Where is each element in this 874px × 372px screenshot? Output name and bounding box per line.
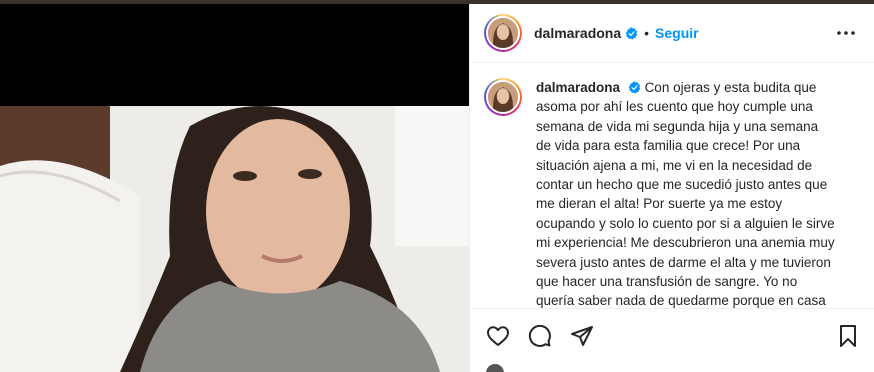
header-separator: • bbox=[644, 25, 650, 41]
caption-area: dalmaradona Con ojeras y esta budita que… bbox=[470, 64, 874, 308]
post-actions-bar bbox=[470, 308, 874, 362]
more-options-icon[interactable] bbox=[834, 21, 858, 45]
caption-username[interactable]: dalmaradona bbox=[536, 80, 620, 95]
post-media[interactable] bbox=[0, 4, 469, 372]
author-username[interactable]: dalmaradona bbox=[534, 25, 621, 41]
avatar-image bbox=[488, 82, 518, 112]
verified-badge-icon bbox=[625, 26, 638, 40]
author-avatar[interactable] bbox=[484, 14, 522, 52]
selfie-image bbox=[0, 106, 469, 372]
post-caption: dalmaradona Con ojeras y esta budita que… bbox=[536, 78, 836, 308]
paper-plane-icon[interactable] bbox=[568, 322, 596, 350]
follow-button[interactable]: Seguir bbox=[655, 25, 699, 41]
post-header: dalmaradona • Seguir bbox=[470, 4, 874, 63]
comment-icon[interactable] bbox=[526, 322, 554, 350]
bookmark-icon[interactable] bbox=[834, 322, 862, 350]
post-details-panel: dalmaradona • Seguir dalmaradona Con oje… bbox=[469, 4, 874, 372]
caption-author-avatar[interactable] bbox=[484, 78, 522, 116]
liker-avatar bbox=[486, 364, 504, 372]
caption-body: Con ojeras y esta budita que asoma por a… bbox=[536, 80, 835, 308]
likes-summary bbox=[486, 364, 866, 372]
heart-icon[interactable] bbox=[484, 322, 512, 350]
post-photo bbox=[0, 106, 469, 372]
media-letterbox bbox=[0, 4, 469, 106]
avatar-image bbox=[488, 18, 518, 48]
verified-badge-icon bbox=[628, 81, 641, 94]
